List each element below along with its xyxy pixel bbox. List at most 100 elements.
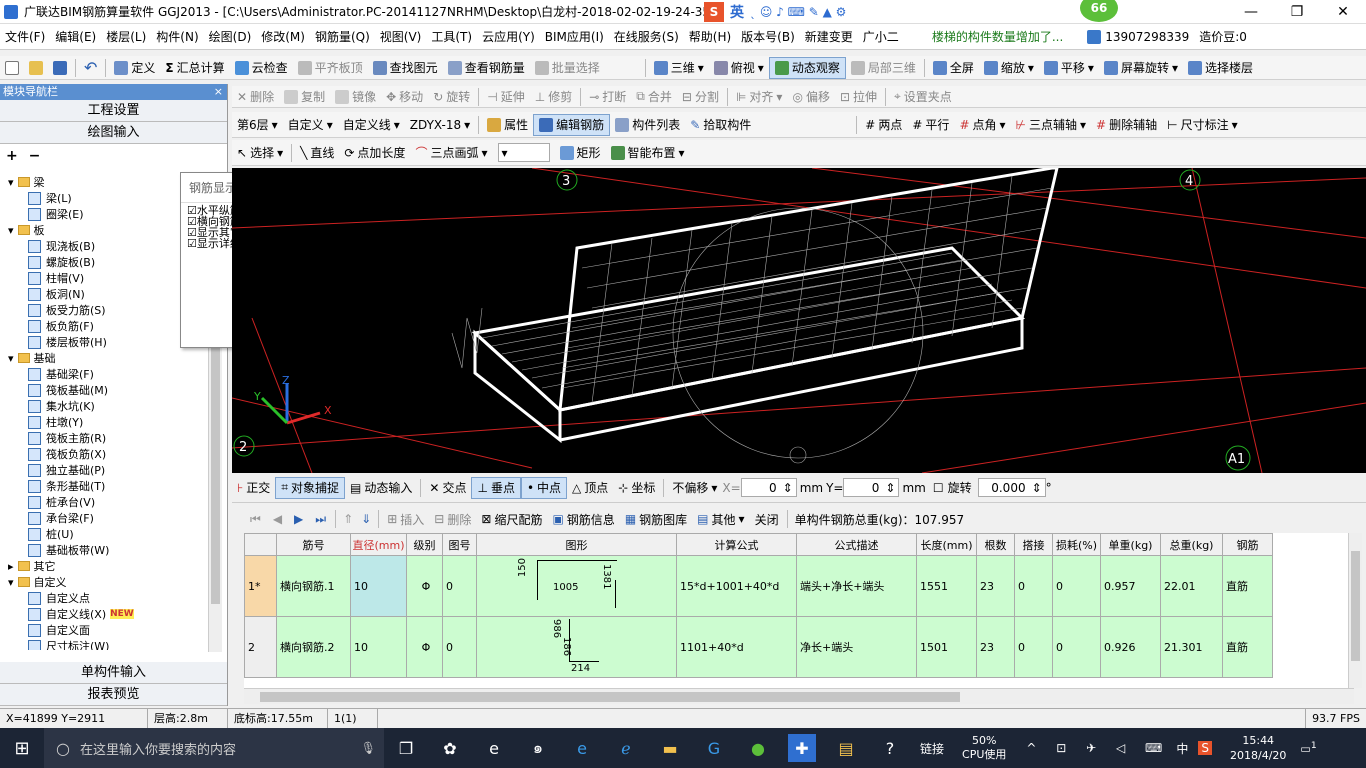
menu-rebar[interactable]: 钢筋量(Q) (310, 24, 375, 49)
last-record-icon[interactable]: ⏭ (309, 512, 332, 527)
orbit-button[interactable]: 动态观察 (768, 56, 846, 79)
spiral-app-icon[interactable]: ๑ (524, 734, 552, 762)
menu-new-change[interactable]: 新建变更 (800, 24, 858, 49)
restore-button[interactable]: ❐ (1274, 0, 1320, 24)
header-loss[interactable]: 损耗(%) (1052, 533, 1101, 556)
move-up-icon[interactable]: ⇑ (339, 512, 357, 526)
dimension-button[interactable]: ⊢ 尺寸标注 ▾ (1162, 114, 1243, 136)
collapse-all-icon[interactable]: − (29, 148, 41, 164)
3d-button[interactable]: 三维 ▾ (649, 57, 709, 79)
menu-tools[interactable]: 工具(T) (426, 24, 477, 49)
shape-cell[interactable]: 150 1005 1381 (476, 555, 677, 617)
formula[interactable]: 15*d+1001+40*d (676, 555, 797, 617)
type-select[interactable]: 自定义线 ▾ (338, 114, 405, 136)
ime-toolbar[interactable]: S 英 ˎ ☺ ♪ ⌨ ✎ ▲ ⚙ (704, 2, 847, 22)
object-snap-button[interactable]: ⌗ 对象捕捉 (275, 476, 346, 499)
glodon-icon[interactable]: G (700, 734, 728, 762)
offset-mode-select[interactable]: 不偏移 ▾ (667, 477, 722, 499)
taskbar-search[interactable]: ○ 在这里输入你要搜索的内容 🎙 (44, 728, 384, 768)
rotate-input[interactable]: 0.000 ⇕ (977, 478, 1046, 497)
delete-axis-button[interactable]: # 删除辅轴 (1091, 114, 1162, 136)
windows-start-icon[interactable]: ⊞ (8, 734, 36, 762)
task-view-icon[interactable]: ❐ (392, 734, 420, 762)
tree-item[interactable]: 承台梁(F) (4, 510, 210, 526)
close-icon[interactable]: × (214, 84, 227, 100)
tree-item[interactable]: 桩承台(V) (4, 494, 210, 510)
menu-cloud[interactable]: 云应用(Y) (477, 24, 540, 49)
rebar-library-button[interactable]: ▦ 钢筋图库 (620, 508, 692, 530)
formula-desc[interactable]: 净长+端头 (796, 616, 917, 678)
tree-item[interactable]: 自定义点 (4, 590, 210, 606)
3d-viewport[interactable]: 3 4 2 A1 Z X Y (231, 166, 1366, 474)
length[interactable]: 1501 (916, 616, 977, 678)
floor-select[interactable]: 第6层 ▾ (232, 114, 283, 136)
rebar-grid[interactable]: 筋号 直径(mm) 级别 图号 图形 计算公式 公式描述 长度(mm) 根数 搭… (244, 533, 1354, 688)
rebar-info-button[interactable]: ▣ 钢筋信息 (547, 508, 619, 530)
category-select[interactable]: 自定义 ▾ (283, 114, 338, 136)
local-3d-button[interactable]: 局部三维 (846, 57, 921, 79)
menu-floor[interactable]: 楼层(L) (101, 24, 151, 49)
diameter[interactable]: 10 (350, 616, 407, 678)
length[interactable]: 1551 (916, 555, 977, 617)
smart-layout-button[interactable]: 智能布置 ▾ (606, 142, 690, 164)
header-formula[interactable]: 计算公式 (676, 533, 797, 556)
header-diameter[interactable]: 直径(mm) (350, 533, 407, 556)
minimize-button[interactable]: — (1228, 0, 1274, 24)
header-desc[interactable]: 公式描述 (796, 533, 917, 556)
edge-icon[interactable]: e (568, 734, 596, 762)
header-shape[interactable]: 图形 (476, 533, 677, 556)
move-button[interactable]: ✥ 移动 (381, 86, 428, 107)
header-grade[interactable]: 级别 (406, 533, 443, 556)
tree-item[interactable]: ▾ 自定义 (4, 574, 210, 590)
single-component-input-button[interactable]: 单构件输入 (0, 662, 227, 684)
top-view-button[interactable]: 俯视 ▾ (709, 57, 769, 79)
line-button[interactable]: ╲ 直线 (295, 142, 339, 164)
unit-weight[interactable]: 0.957 (1100, 555, 1161, 617)
new-file-icon[interactable] (0, 57, 24, 79)
intersection-button[interactable]: ✕ 交点 (424, 477, 471, 499)
tree-item[interactable]: 集水坑(K) (4, 398, 210, 414)
file-explorer-icon[interactable]: ▬ (656, 734, 684, 762)
header-count[interactable]: 根数 (976, 533, 1015, 556)
tree-item[interactable]: ▾ 基础 (4, 350, 210, 366)
grade[interactable]: Φ (406, 616, 443, 678)
menu-file[interactable]: 文件(F) (0, 24, 50, 49)
shape-cell[interactable]: 986 186 214 (476, 616, 677, 678)
tree-item[interactable]: ▸ 其它 (4, 558, 210, 574)
rotate-button[interactable]: ↻ 旋转 (428, 86, 475, 107)
unit-weight[interactable]: 0.926 (1100, 616, 1161, 678)
midpoint-button[interactable]: • 中点 (520, 476, 568, 499)
header-length[interactable]: 长度(mm) (916, 533, 977, 556)
batch-select-button[interactable]: 批量选择 (530, 57, 605, 79)
taskbar-link[interactable]: 链接 (920, 740, 944, 757)
tree-item[interactable]: 筏板基础(M) (4, 382, 210, 398)
notice-text[interactable]: 楼梯的构件数量增加了... (932, 28, 1063, 45)
flush-slab-button[interactable]: 平齐板顶 (293, 57, 368, 79)
pan-button[interactable]: 平移 ▾ (1039, 57, 1099, 79)
expander-icon[interactable]: ▾ (8, 224, 14, 237)
header-bar-no[interactable]: 筋号 (276, 533, 351, 556)
menu-modify[interactable]: 修改(M) (256, 24, 310, 49)
tree-item[interactable]: 自定义线(X) NEW (4, 606, 210, 622)
perpendicular-button[interactable]: ⊥ 垂点 (471, 476, 521, 499)
green-app-icon[interactable]: ● (744, 734, 772, 762)
save-icon[interactable] (48, 57, 72, 79)
trim-button[interactable]: ⊥ 修剪 (530, 86, 577, 107)
point-angle-button[interactable]: # 点角 ▾ (954, 114, 1010, 136)
component-select[interactable]: ZDYX-18 ▾ (405, 114, 475, 136)
menu-draw[interactable]: 绘图(D) (204, 24, 257, 49)
tree-item[interactable]: 桩(U) (4, 526, 210, 542)
fig-no[interactable]: 0 (442, 555, 477, 617)
split-button[interactable]: ⊟ 分割 (677, 86, 724, 107)
row-number[interactable]: 2 (244, 616, 277, 678)
merge-button[interactable]: ⧉ 合并 (631, 86, 677, 107)
summary-calc-button[interactable]: Σ 汇总计算 (160, 57, 229, 79)
header-lap[interactable]: 搭接 (1014, 533, 1053, 556)
drawing-input-button[interactable]: 绘图输入 (0, 122, 227, 144)
point-length-button[interactable]: ⟳ 点加长度 (339, 142, 410, 164)
expander-icon[interactable]: ▾ (8, 352, 14, 365)
grid-v-scrollbar[interactable] (1348, 533, 1362, 688)
cost-beans[interactable]: 造价豆:0 (1199, 28, 1247, 45)
expander-icon[interactable]: ▾ (8, 576, 14, 589)
phone-number[interactable]: 13907298339 (1105, 30, 1189, 44)
